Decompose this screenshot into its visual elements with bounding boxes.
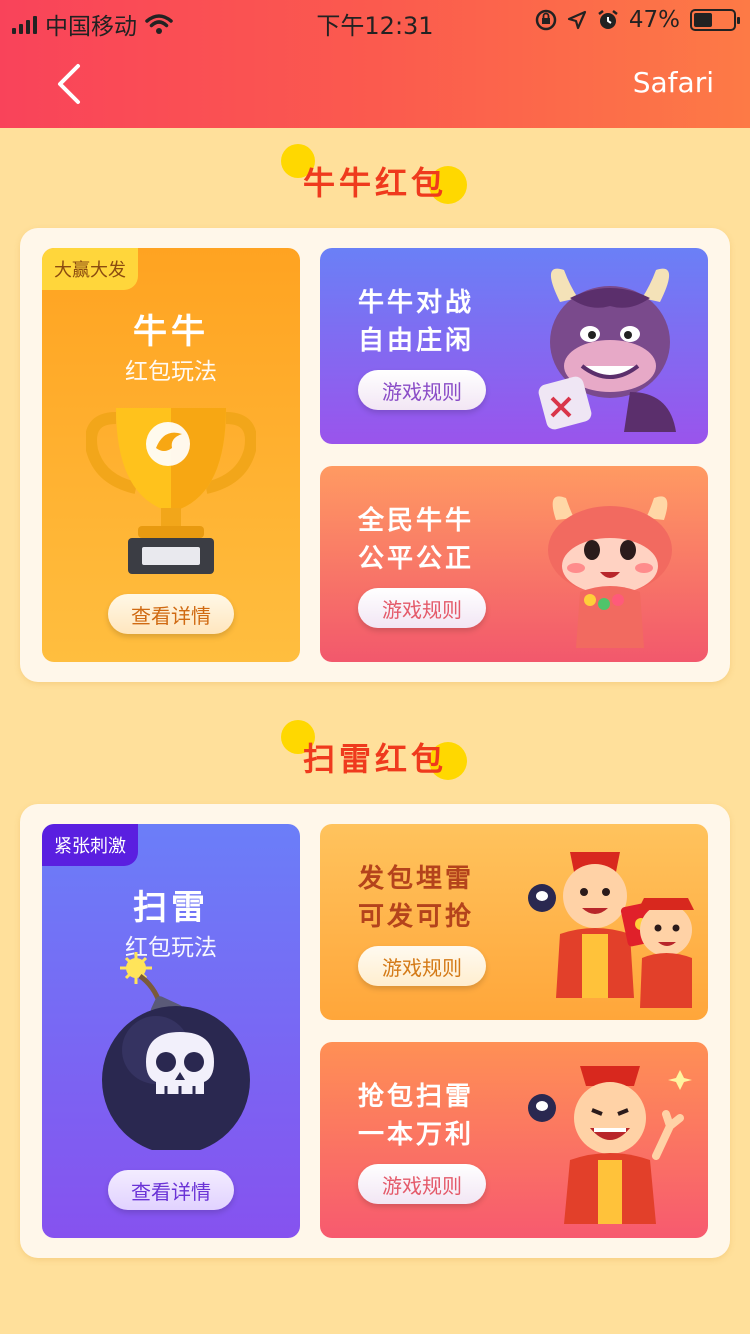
minesweeper-feature-card[interactable]: 紧张刺激 扫雷 红包玩法 查看详情 <box>42 824 300 1238</box>
minesweeper-panel: 紧张刺激 扫雷 红包玩法 查看详情 发包埋雷 可发可抢 游戏规则 抢包扫雷 一本… <box>20 804 730 1258</box>
feature-subtitle: 红包玩法 <box>125 359 217 385</box>
status-right: 47% <box>535 7 740 33</box>
alarm-icon <box>598 10 618 29</box>
game-rules-button[interactable]: 游戏规则 <box>358 946 486 986</box>
card-title-line1: 抢包扫雷 <box>358 1082 475 1112</box>
feature-title: 牛牛 <box>133 312 209 352</box>
card-title: 牛牛对战 自由庄闲 <box>358 284 474 360</box>
game-rules-button[interactable]: 游戏规则 <box>358 370 486 410</box>
card-title-line2: 可发可抢 <box>358 902 475 932</box>
safari-link[interactable]: Safari <box>633 66 714 99</box>
section-heading: 扫雷红包 <box>302 740 447 778</box>
status-bar: 中国移动 下午12:31 47% <box>0 0 750 40</box>
orientation-lock-icon <box>535 9 557 31</box>
bull-warrior-icon <box>538 268 676 432</box>
all-people-niuniu-card[interactable]: 全民牛牛 公平公正 游戏规则 <box>320 466 708 662</box>
app-header: 中国移动 下午12:31 47% Safari <box>0 0 750 128</box>
location-arrow-icon <box>567 10 586 30</box>
view-details-button[interactable]: 查看详情 <box>108 1170 234 1210</box>
card-title: 全民牛牛 公平公正 <box>358 502 474 578</box>
niuniu-battle-card[interactable]: 牛牛对战 自由庄闲 游戏规则 <box>320 248 708 444</box>
section-title-niuniu: 牛牛红包 <box>0 144 750 216</box>
grab-sweep-mine-card[interactable]: 抢包扫雷 一本万利 游戏规则 <box>320 1042 708 1238</box>
section-heading: 牛牛红包 <box>302 164 447 202</box>
feature-badge: 大赢大发 <box>42 248 138 290</box>
god-of-wealth-pair-icon <box>528 852 694 1008</box>
game-rules-button[interactable]: 游戏规则 <box>358 1164 486 1204</box>
battery-icon <box>690 9 740 31</box>
send-bury-mine-card[interactable]: 发包埋雷 可发可抢 游戏规则 <box>320 824 708 1020</box>
card-title-line2: 自由庄闲 <box>358 326 475 356</box>
battery-level <box>694 13 712 27</box>
card-title-line2: 一本万利 <box>358 1120 475 1150</box>
feature-badge: 紧张刺激 <box>42 824 138 866</box>
niuniu-feature-card[interactable]: 大赢大发 牛牛 红包玩法 查看详情 <box>42 248 300 662</box>
feature-title: 扫雷 <box>133 888 209 928</box>
card-title: 抢包扫雷 一本万利 <box>358 1078 474 1154</box>
card-title-line1: 发包埋雷 <box>358 864 475 894</box>
card-title-line2: 公平公正 <box>358 544 475 574</box>
god-of-wealth-icon <box>528 1066 692 1224</box>
card-title-line1: 牛牛对战 <box>358 288 475 318</box>
card-title: 发包埋雷 可发可抢 <box>358 860 474 936</box>
trophy-icon <box>86 408 256 574</box>
view-details-button[interactable]: 查看详情 <box>108 594 234 634</box>
niuniu-panel: 大赢大发 牛牛 红包玩法 查看详情 牛牛对战 自由庄闲 游戏规则 全民牛牛 公平… <box>20 228 730 682</box>
section-title-minesweeper: 扫雷红包 <box>0 720 750 792</box>
battery-percent: 47% <box>628 7 680 33</box>
game-rules-button[interactable]: 游戏规则 <box>358 588 486 628</box>
bull-mascot-icon <box>548 496 672 648</box>
card-title-line1: 全民牛牛 <box>358 506 475 536</box>
chevron-left-icon[interactable] <box>50 62 90 106</box>
bomb-icon <box>102 952 250 1150</box>
